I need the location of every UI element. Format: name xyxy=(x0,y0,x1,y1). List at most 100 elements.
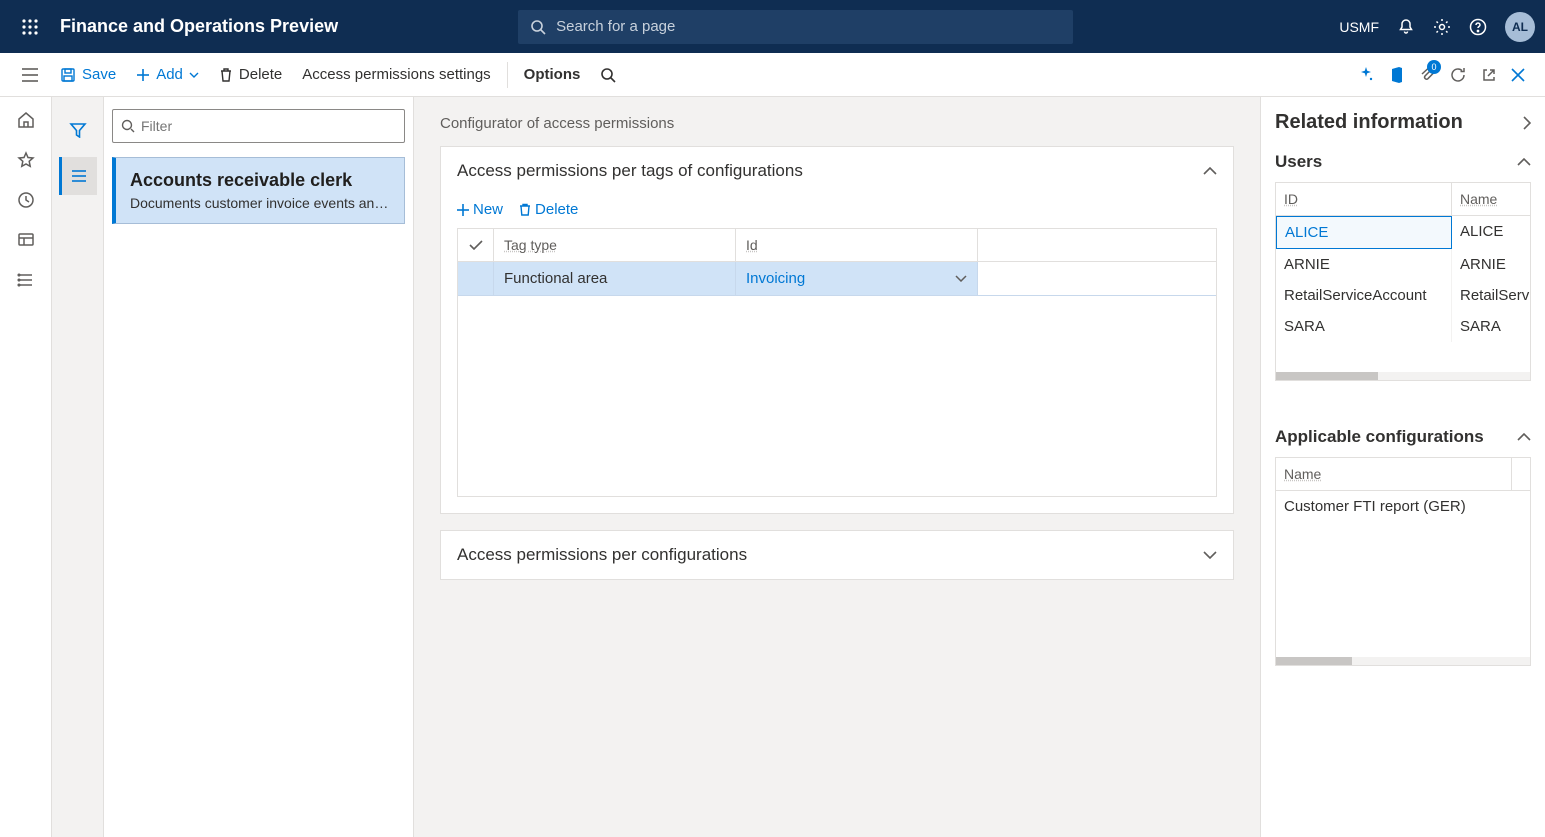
tags-grid-row[interactable]: Functional area Invoicing xyxy=(458,262,1216,296)
refresh-icon[interactable] xyxy=(1449,66,1467,84)
apps-row[interactable]: Customer FTI report (GER) xyxy=(1276,491,1530,522)
chevron-up-icon xyxy=(1517,433,1531,441)
apps-section-header[interactable]: Applicable configurations xyxy=(1275,427,1531,447)
users-column-name[interactable]: Name xyxy=(1452,183,1530,215)
nav-toggle-icon[interactable] xyxy=(10,68,50,82)
help-icon[interactable] xyxy=(1469,18,1487,36)
office-icon[interactable] xyxy=(1389,66,1405,84)
users-column-id[interactable]: ID xyxy=(1276,183,1452,215)
app-launcher-icon[interactable] xyxy=(10,18,50,36)
save-button[interactable]: Save xyxy=(50,53,126,96)
add-button[interactable]: Add xyxy=(126,53,209,96)
apps-column-spacer xyxy=(1512,458,1530,490)
separator xyxy=(507,62,508,88)
list-item-subtitle: Documents customer invoice events and ..… xyxy=(130,195,390,211)
column-tag-type[interactable]: Tag type xyxy=(494,229,736,261)
options-button[interactable]: Options xyxy=(514,53,591,96)
list-view-icon[interactable] xyxy=(59,157,97,195)
left-navigation-rail xyxy=(0,97,52,837)
action-bar: Save Add Delete Access permissions setti… xyxy=(0,53,1545,97)
popout-icon[interactable] xyxy=(1481,67,1497,83)
chevron-right-icon[interactable] xyxy=(1523,116,1531,130)
global-search[interactable] xyxy=(518,10,1073,44)
apps-column-name[interactable]: Name xyxy=(1276,458,1512,490)
delete-row-button[interactable]: Delete xyxy=(519,201,578,218)
users-cell-id[interactable]: SARA xyxy=(1276,311,1452,342)
global-search-input[interactable] xyxy=(556,18,1061,35)
panel-configs-title: Access permissions per configurations xyxy=(457,545,747,565)
users-cell-id[interactable]: ARNIE xyxy=(1276,249,1452,280)
users-cell-name: SARA xyxy=(1452,311,1530,342)
users-cell-name: ALICE xyxy=(1452,216,1530,249)
gear-icon[interactable] xyxy=(1433,18,1451,36)
delete-button[interactable]: Delete xyxy=(209,53,292,96)
panel-configs-header[interactable]: Access permissions per configurations xyxy=(441,531,1233,579)
top-header: Finance and Operations Preview USMF AL xyxy=(0,0,1545,53)
column-id[interactable]: Id xyxy=(736,229,978,261)
record-list-pane: Accounts receivable clerk Documents cust… xyxy=(104,97,414,837)
grid-empty-area xyxy=(458,296,1216,496)
users-cell-id[interactable]: RetailServiceAccount xyxy=(1276,280,1452,311)
chevron-up-icon xyxy=(1517,158,1531,166)
close-icon[interactable] xyxy=(1511,68,1525,82)
action-bar-right: 0 xyxy=(1357,66,1535,84)
chevron-down-icon[interactable] xyxy=(955,275,967,282)
attachments-icon[interactable]: 0 xyxy=(1419,66,1435,84)
new-button[interactable]: New xyxy=(457,201,503,218)
modules-icon[interactable] xyxy=(17,271,35,289)
users-row[interactable]: ARNIE ARNIE xyxy=(1276,249,1530,280)
list-item-title: Accounts receivable clerk xyxy=(130,170,390,191)
add-label: Add xyxy=(156,66,183,83)
attachments-badge: 0 xyxy=(1427,60,1441,74)
app-title: Finance and Operations Preview xyxy=(60,16,338,37)
users-row[interactable]: RetailServiceAccount RetailServ xyxy=(1276,280,1530,311)
apps-grid: Name Customer FTI report (GER) xyxy=(1275,457,1531,666)
search-icon xyxy=(121,119,135,133)
new-label: New xyxy=(473,201,503,218)
delete-row-label: Delete xyxy=(535,201,578,218)
favorites-icon[interactable] xyxy=(17,151,35,169)
list-filter[interactable] xyxy=(112,109,405,143)
panel-tags-header[interactable]: Access permissions per tags of configura… xyxy=(441,147,1233,195)
list-item[interactable]: Accounts receivable clerk Documents cust… xyxy=(112,157,405,224)
cell-tag-type[interactable]: Functional area xyxy=(494,262,736,295)
access-settings-button[interactable]: Access permissions settings xyxy=(292,53,500,96)
workspaces-icon[interactable] xyxy=(17,231,35,249)
bell-icon[interactable] xyxy=(1397,18,1415,36)
save-label: Save xyxy=(82,66,116,83)
users-section-header[interactable]: Users xyxy=(1275,152,1531,172)
column-spacer xyxy=(978,229,1216,261)
users-grid: ID Name ALICE ALICE ARNIE ARNIE RetailSe… xyxy=(1275,182,1531,381)
cell-id[interactable]: Invoicing xyxy=(736,262,978,295)
row-selector[interactable] xyxy=(458,262,494,295)
users-cell-id[interactable]: ALICE xyxy=(1276,216,1452,249)
access-settings-label: Access permissions settings xyxy=(302,66,490,83)
filter-toggle-icon[interactable] xyxy=(59,111,97,149)
apps-h-scrollbar[interactable] xyxy=(1276,657,1530,665)
list-filter-input[interactable] xyxy=(141,118,396,134)
recent-icon[interactable] xyxy=(17,191,35,209)
apps-grid-header: Name xyxy=(1276,458,1530,491)
users-section-title: Users xyxy=(1275,152,1322,172)
chevron-down-icon xyxy=(1203,551,1217,559)
cell-spacer xyxy=(978,262,1216,295)
apps-grid-body: Customer FTI report (GER) xyxy=(1276,491,1530,657)
home-icon[interactable] xyxy=(17,111,35,129)
user-avatar[interactable]: AL xyxy=(1505,12,1535,42)
apps-section-title: Applicable configurations xyxy=(1275,427,1484,447)
list-view-strip xyxy=(52,97,104,837)
apps-cell-name[interactable]: Customer FTI report (GER) xyxy=(1276,491,1530,522)
tags-grid: Tag type Id Functional area Invoicing xyxy=(457,228,1217,497)
company-code[interactable]: USMF xyxy=(1339,19,1379,35)
select-all-column[interactable] xyxy=(458,229,494,261)
related-info-title: Related information xyxy=(1275,111,1463,134)
page-caption: Configurator of access permissions xyxy=(440,115,1234,132)
panel-tags-title: Access permissions per tags of configura… xyxy=(457,161,803,181)
action-search-button[interactable] xyxy=(590,53,626,96)
related-info-pane: Related information Users ID Name ALICE … xyxy=(1260,97,1545,837)
header-right: USMF AL xyxy=(1339,12,1535,42)
users-row[interactable]: SARA SARA xyxy=(1276,311,1530,342)
users-h-scrollbar[interactable] xyxy=(1276,372,1530,380)
copilot-icon[interactable] xyxy=(1357,66,1375,84)
users-row[interactable]: ALICE ALICE xyxy=(1276,216,1530,249)
